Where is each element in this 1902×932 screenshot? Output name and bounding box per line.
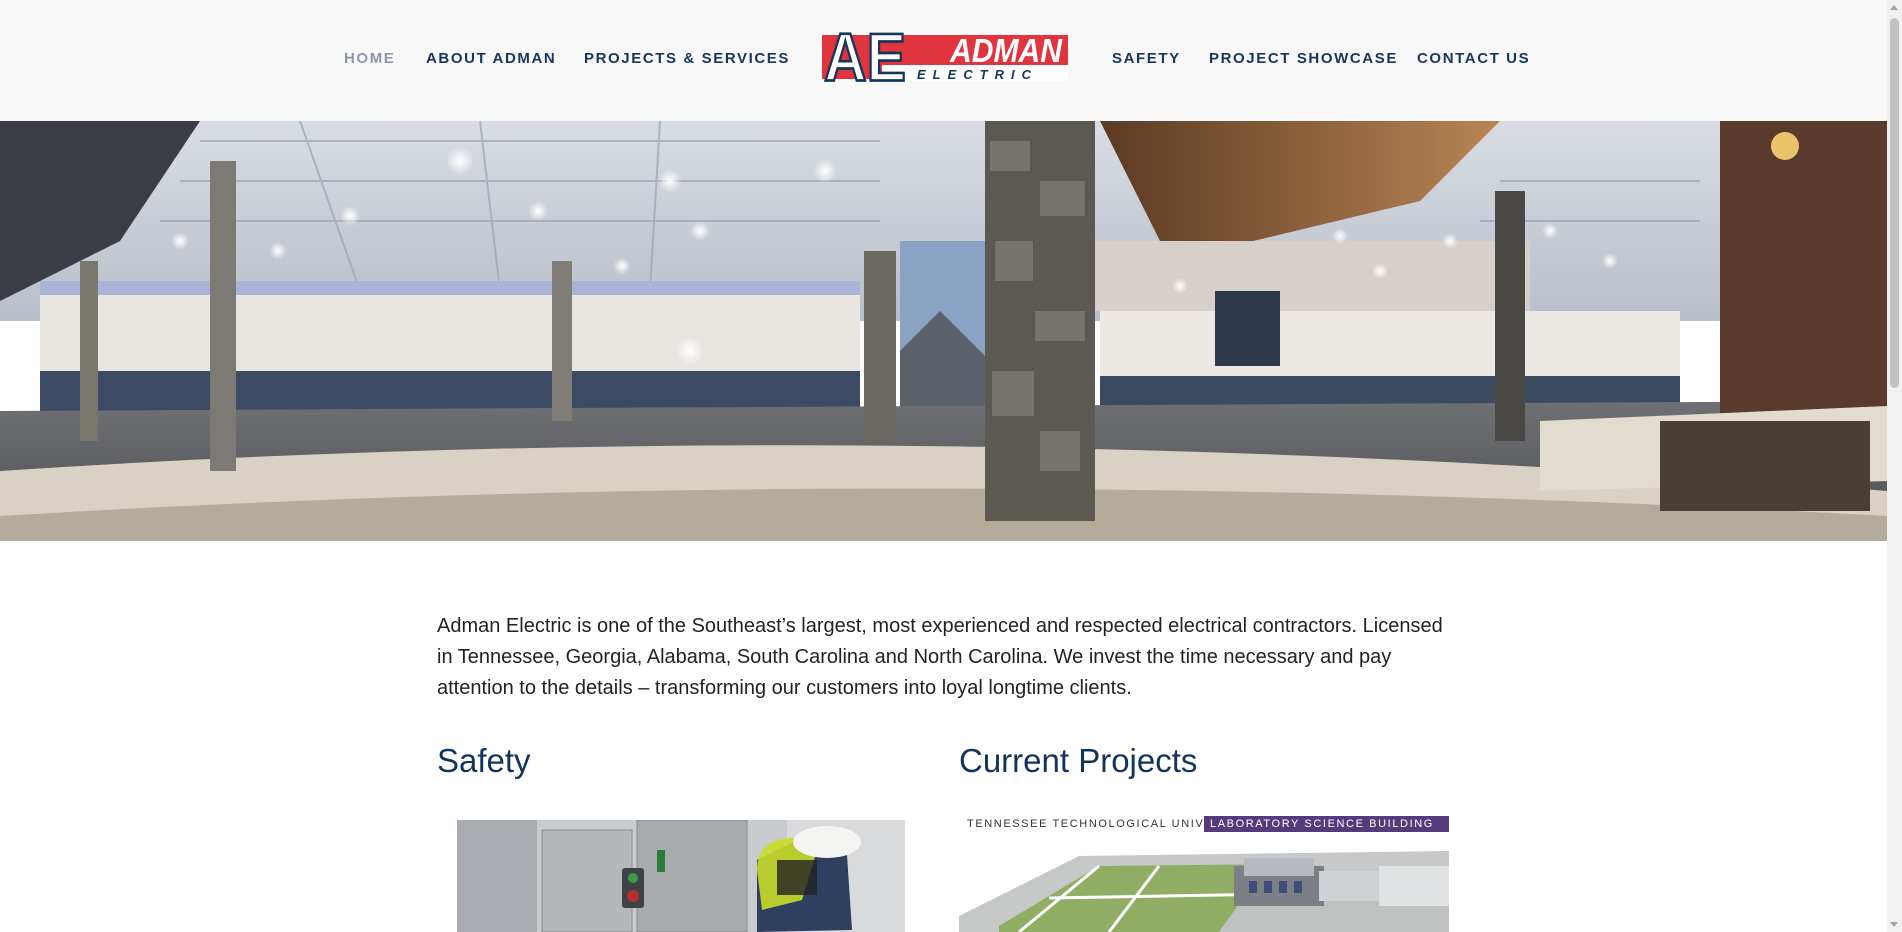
scroll-down-icon[interactable]: [1890, 922, 1898, 927]
nav-contact-us[interactable]: CONTACT US: [1417, 50, 1530, 67]
logo-subtitle: ELECTRIC: [917, 67, 1038, 82]
site-header: HOME ABOUT ADMAN PROJECTS & SERVICES SAF…: [0, 0, 1887, 122]
nav-safety[interactable]: SAFETY: [1112, 50, 1181, 67]
nav-about-adman[interactable]: ABOUT ADMAN: [426, 50, 556, 67]
scroll-up-icon[interactable]: [1890, 5, 1898, 10]
intro-paragraph: Adman Electric is one of the Southeast’s…: [437, 615, 1443, 699]
safety-heading: Safety: [437, 742, 531, 779]
logo-name: ADMAN: [949, 32, 1063, 69]
page-viewport: HOME ABOUT ADMAN PROJECTS & SERVICES SAF…: [0, 0, 1887, 932]
adman-electric-logo[interactable]: AE ADMAN ELECTRIC: [822, 18, 1068, 96]
nav-project-showcase[interactable]: PROJECT SHOWCASE: [1209, 50, 1398, 67]
nav-home[interactable]: HOME: [344, 50, 395, 67]
page-scrollbar[interactable]: [1887, 0, 1902, 932]
logo-graphic: AE ADMAN ELECTRIC: [822, 18, 1068, 96]
hero-banner: [0, 121, 1887, 541]
project-caption-right: LABORATORY SCIENCE BUILDING: [1204, 816, 1449, 832]
logo-monogram: AE: [824, 25, 906, 95]
current-projects-heading: Current Projects: [959, 742, 1198, 779]
laboratory-building-rendering: [959, 836, 1449, 932]
current-project-image[interactable]: TENNESSEE TECHNOLOGICAL UNIVERSITY LABOR…: [959, 816, 1449, 932]
scrollbar-thumb[interactable]: [1890, 18, 1899, 388]
panorama-interior-image: [0, 121, 1887, 541]
electrical-panel-worker-image: [457, 820, 905, 932]
safety-image[interactable]: [457, 820, 905, 932]
nav-projects-services[interactable]: PROJECTS & SERVICES: [584, 50, 790, 67]
